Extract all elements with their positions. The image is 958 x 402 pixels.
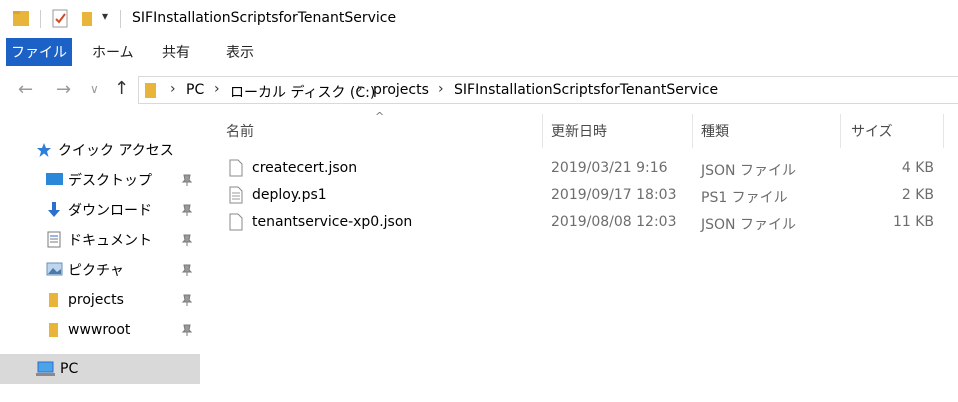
file-name[interactable]: tenantservice-xp0.json (252, 214, 412, 230)
breadcrumb-chevron-icon[interactable]: › (357, 81, 363, 97)
column-divider[interactable] (692, 114, 693, 148)
sidebar-item-desktop[interactable]: デスクトップ (0, 165, 200, 195)
pin-icon[interactable] (180, 323, 194, 337)
window-title: SIFInstallationScriptsforTenantService (132, 10, 397, 26)
sidebar-item-label: ドキュメント (68, 233, 152, 249)
json-file-icon (229, 159, 243, 177)
sidebar-item-documents[interactable]: ドキュメント (0, 225, 200, 255)
recent-locations-chevron-icon[interactable]: ∨ (90, 82, 99, 96)
column-header-type[interactable]: 種類 (701, 114, 729, 148)
breadcrumb-chevron-icon[interactable]: › (170, 81, 176, 97)
breadcrumb-current-folder[interactable]: SIFInstallationScriptsforTenantService (454, 82, 718, 98)
back-arrow-icon[interactable]: ← (18, 79, 33, 100)
file-size: 2 KB (901, 187, 934, 203)
pin-icon[interactable] (180, 263, 194, 277)
pictures-icon (46, 262, 63, 276)
file-size: 11 KB (892, 214, 934, 230)
folder-icon (49, 293, 58, 307)
sidebar-item-quick-access[interactable]: クイック アクセス (0, 135, 200, 165)
pin-icon[interactable] (180, 233, 194, 247)
breadcrumb-chevron-icon[interactable]: › (438, 81, 444, 97)
download-icon (48, 202, 60, 217)
sidebar-item-pc[interactable]: PC (0, 354, 200, 384)
breadcrumb-projects[interactable]: projects (373, 82, 429, 98)
column-header-size[interactable]: サイズ (851, 114, 893, 148)
tab-view[interactable]: 表示 (226, 38, 254, 66)
pin-icon[interactable] (180, 293, 194, 307)
breadcrumb-pc[interactable]: PC (186, 82, 204, 98)
sidebar-item-pictures[interactable]: ピクチャ (0, 255, 200, 285)
up-arrow-icon[interactable]: ↑ (114, 78, 129, 99)
sidebar-item-projects[interactable]: projects (0, 285, 200, 315)
sidebar-item-label: クイック アクセス (58, 143, 174, 159)
column-divider[interactable] (840, 114, 841, 148)
tab-share[interactable]: 共有 (162, 38, 190, 66)
breadcrumb-local-disk[interactable]: ローカル ディスク (C:) (230, 82, 375, 102)
sidebar-item-label: wwwroot (68, 322, 131, 338)
pin-icon[interactable] (180, 203, 194, 217)
ribbon-bar (0, 38, 958, 67)
file-type: PS1 ファイル (701, 190, 788, 206)
properties-icon[interactable] (52, 9, 70, 29)
divider (40, 10, 41, 28)
sidebar-item-label: projects (68, 292, 124, 308)
file-type: JSON ファイル (701, 163, 796, 179)
pin-icon[interactable] (180, 173, 194, 187)
column-divider[interactable] (542, 114, 543, 148)
tab-home[interactable]: ホーム (92, 38, 134, 66)
divider (120, 10, 121, 28)
sidebar-item-label: PC (60, 361, 79, 377)
sidebar-item-label: ピクチャ (68, 263, 124, 279)
column-header-name[interactable]: 名前 (226, 114, 254, 148)
file-name[interactable]: createcert.json (252, 160, 357, 176)
folder-icon (13, 11, 29, 26)
file-date: 2019/03/21 9:16 (551, 160, 668, 176)
sidebar-item-label: デスクトップ (68, 173, 152, 189)
file-size: 4 KB (901, 160, 934, 176)
sort-ascending-icon: ^ (375, 110, 385, 123)
file-name[interactable]: deploy.ps1 (252, 187, 327, 203)
breadcrumb-chevron-icon[interactable]: › (214, 81, 220, 97)
new-folder-icon[interactable] (80, 9, 96, 29)
pc-icon (36, 361, 55, 376)
script-file-icon (229, 186, 243, 204)
sidebar-item-wwwroot[interactable]: wwwroot (0, 315, 200, 345)
star-icon (37, 143, 51, 157)
file-date: 2019/09/17 18:03 (551, 187, 677, 203)
sidebar-item-label: ダウンロード (68, 203, 152, 219)
tab-file[interactable]: ファイル (6, 38, 72, 66)
column-header-date[interactable]: 更新日時 (551, 114, 607, 148)
file-date: 2019/08/08 12:03 (551, 214, 677, 230)
column-divider[interactable] (943, 114, 944, 148)
folder-icon (145, 83, 156, 98)
json-file-icon (229, 213, 243, 231)
folder-icon (49, 323, 58, 337)
sidebar-item-downloads[interactable]: ダウンロード (0, 195, 200, 225)
file-type: JSON ファイル (701, 217, 796, 233)
customize-quick-access-icon[interactable]: ▾ (102, 9, 108, 23)
desktop-icon (46, 173, 63, 185)
documents-icon (47, 231, 61, 248)
forward-arrow-icon[interactable]: → (56, 79, 71, 100)
